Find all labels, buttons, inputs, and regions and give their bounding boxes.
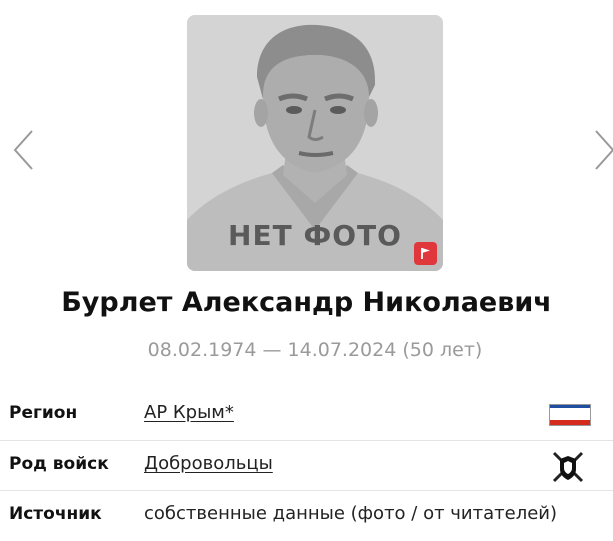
chevron-left-icon[interactable] — [12, 128, 36, 172]
branch-label: Род войск — [9, 454, 109, 474]
info-row-region: Регион АР Крым* — [0, 390, 613, 440]
region-label: Регион — [9, 403, 78, 423]
region-link[interactable]: АР Крым* — [144, 402, 234, 423]
branch-link[interactable]: Добровольцы — [144, 453, 273, 474]
report-flag-icon[interactable] — [414, 242, 437, 265]
crimea-flag-icon — [549, 404, 591, 426]
person-photo-placeholder: НЕТ ФОТО — [187, 15, 443, 271]
info-row-branch: Род войск Добровольцы — [0, 440, 613, 491]
source-value: собственные данные (фото / от читателей) — [144, 503, 557, 524]
info-row-source: Источник собственные данные (фото / от ч… — [0, 490, 613, 541]
volunteers-emblem-icon — [552, 451, 584, 483]
no-photo-label: НЕТ ФОТО — [228, 219, 402, 252]
person-name: Бурлет Александр Николаевич — [61, 287, 552, 318]
chevron-right-icon[interactable] — [592, 128, 613, 172]
person-dates: 08.02.1974 — 14.07.2024 (50 лет) — [147, 339, 483, 361]
source-label: Источник — [9, 504, 102, 524]
